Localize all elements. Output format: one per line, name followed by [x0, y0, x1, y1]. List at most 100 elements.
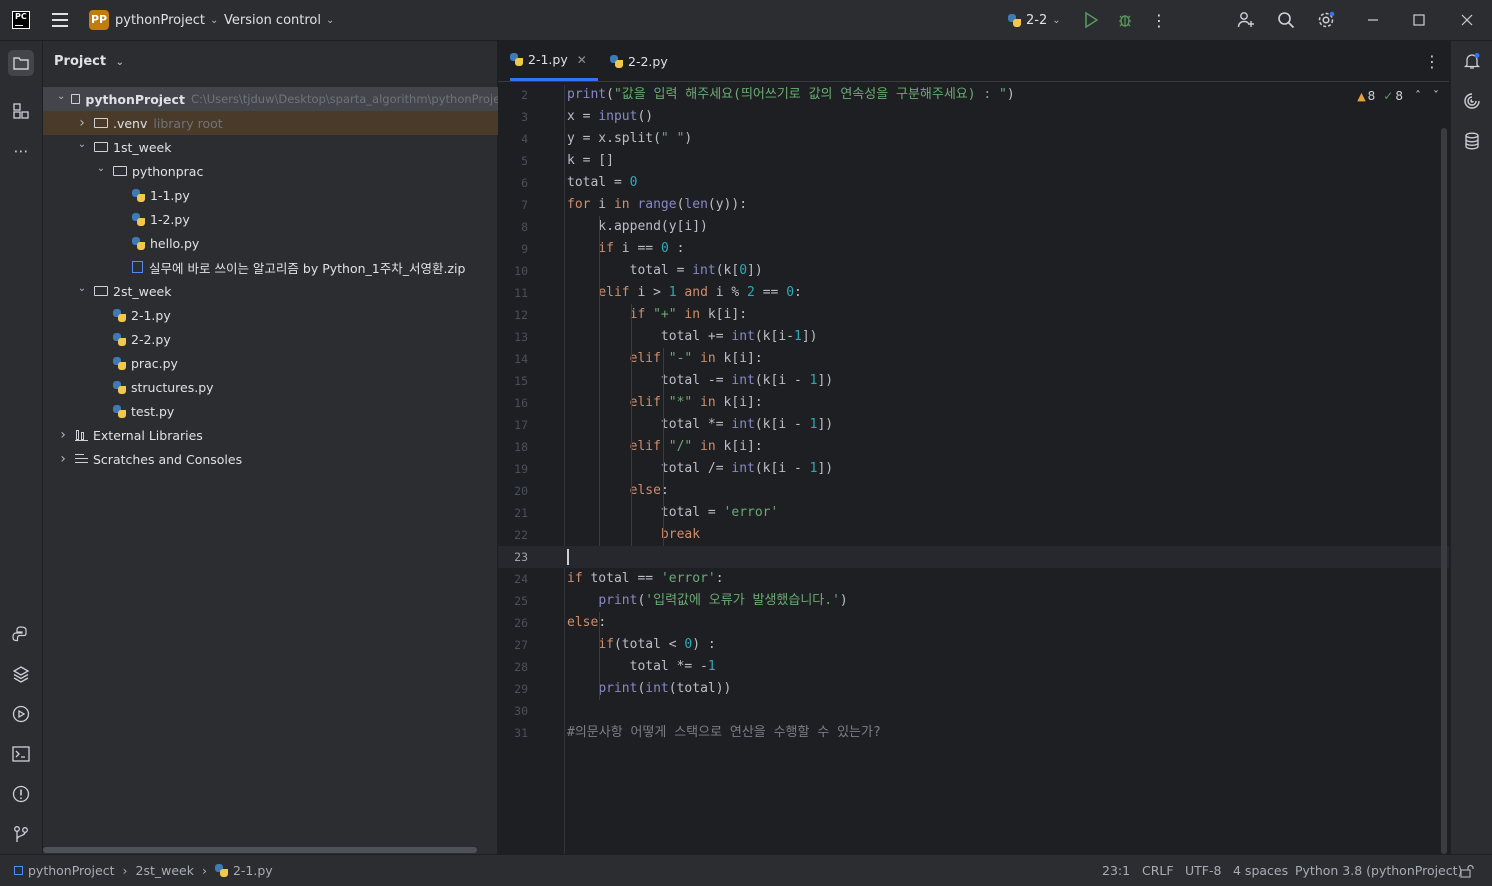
layers-icon[interactable]: [11, 664, 31, 684]
chevron-down-icon[interactable]: ⌄: [76, 139, 88, 150]
chevron-down-icon[interactable]: ⌄: [57, 91, 65, 102]
code-line[interactable]: 24 if total == 'error':: [498, 568, 1449, 590]
run-icon[interactable]: [1081, 10, 1101, 30]
chevron-down-icon[interactable]: ⌄: [76, 283, 88, 294]
tree-item[interactable]: › Scratches and Consoles: [43, 447, 511, 471]
maximize-icon[interactable]: [1409, 10, 1429, 30]
vcs-widget[interactable]: Version control ⌄: [224, 0, 334, 40]
readonly-lock-icon[interactable]: [1460, 855, 1474, 886]
indent-setting[interactable]: 4 spaces: [1233, 855, 1288, 886]
code-line[interactable]: 28 total *= -1: [498, 656, 1449, 678]
horizontal-scrollbar[interactable]: [43, 847, 477, 853]
code-line[interactable]: 15 total -= int(k[i - 1]): [498, 370, 1449, 392]
code-line[interactable]: 14 elif "-" in k[i]:: [498, 348, 1449, 370]
tree-item[interactable]: 실무에 바로 쓰이는 알고리즘 by Python_1주차_서영환.zip: [43, 255, 568, 279]
code-line[interactable]: 25 print('입력값에 오류가 발생했습니다.'): [498, 590, 1449, 612]
tree-item[interactable]: › .venv library root: [43, 111, 530, 135]
caret-position[interactable]: 23:1: [1102, 855, 1130, 886]
more-tools-icon[interactable]: ⋯: [11, 141, 31, 161]
problems-icon[interactable]: [11, 784, 31, 804]
tree-item[interactable]: hello.py: [43, 231, 568, 255]
code-line[interactable]: 2 print("값을 입력 해주세요(띄어쓰기로 값의 연속성을 구분해주세요)…: [498, 84, 1449, 106]
tree-item[interactable]: 2-2.py: [43, 327, 549, 351]
line-separator[interactable]: CRLF: [1142, 855, 1174, 886]
project-tool-folder-icon[interactable]: [8, 50, 34, 76]
tree-item-label: Scratches and Consoles: [93, 451, 243, 467]
code-line[interactable]: 6 total = 0: [498, 172, 1449, 194]
tree-item[interactable]: ⌄ 2st_week: [43, 279, 530, 303]
line-number: 26: [514, 616, 528, 630]
folder-icon: [113, 166, 127, 176]
project-widget[interactable]: PP pythonProject ⌄: [89, 0, 218, 40]
tree-item[interactable]: structures.py: [43, 375, 549, 399]
code-line[interactable]: 27 if(total < 0) :: [498, 634, 1449, 656]
ai-assistant-icon[interactable]: [1462, 91, 1482, 111]
settings-gear-icon[interactable]: [1316, 10, 1336, 30]
tree-item[interactable]: 2-1.py: [43, 303, 549, 327]
code-line[interactable]: 12 if "+" in k[i]:: [498, 304, 1449, 326]
tab-2-2-py[interactable]: 2-2.py: [610, 41, 668, 81]
code-text: elif i > 1 and i % 2 == 0:: [598, 285, 802, 300]
breadcrumb-file[interactable]: 2-1.py: [233, 863, 273, 878]
structure-icon[interactable]: [11, 101, 31, 121]
git-branch-icon[interactable]: [11, 824, 31, 844]
file-encoding[interactable]: UTF-8: [1185, 855, 1221, 886]
tree-item[interactable]: ⌄ pythonprac: [43, 159, 549, 183]
tab-2-1-py[interactable]: 2-1.py ✕: [510, 41, 598, 81]
tree-item[interactable]: › External Libraries: [43, 423, 511, 447]
chevron-right-icon[interactable]: ›: [76, 115, 88, 131]
run-config-selector[interactable]: 2-2 ⌄: [1008, 0, 1061, 40]
debug-icon[interactable]: [1115, 10, 1135, 30]
services-run-icon[interactable]: [11, 704, 31, 724]
code-line[interactable]: 16 elif "*" in k[i]:: [498, 392, 1449, 414]
code-line[interactable]: 10 total = int(k[0]): [498, 260, 1449, 282]
terminal-icon[interactable]: [11, 744, 31, 764]
tree-item[interactable]: ⌄ 1st_week: [43, 135, 530, 159]
code-line[interactable]: 22 break: [498, 524, 1449, 546]
main-menu-icon[interactable]: [52, 13, 68, 27]
search-icon[interactable]: [1276, 10, 1296, 30]
code-line[interactable]: 29 print(int(total)): [498, 678, 1449, 700]
code-line[interactable]: 21 total = 'error': [498, 502, 1449, 524]
python-file-icon: [610, 54, 623, 68]
code-line[interactable]: 3 x = input(): [498, 106, 1449, 128]
chevron-right-icon[interactable]: ›: [57, 427, 69, 443]
project-panel-header[interactable]: Project ⌄: [54, 54, 124, 69]
code-line[interactable]: 30: [498, 700, 1449, 722]
breadcrumb-project[interactable]: pythonProject: [28, 863, 115, 878]
close-window-icon[interactable]: [1457, 10, 1477, 30]
code-line[interactable]: 31 #의문사항 어떻게 스택으로 연산을 수행할 수 있는가?: [498, 722, 1449, 744]
code-line[interactable]: 23: [498, 546, 1449, 568]
add-user-icon[interactable]: [1236, 10, 1256, 30]
more-actions-icon[interactable]: ⋮: [1149, 10, 1169, 30]
python-packages-icon[interactable]: [11, 624, 31, 644]
code-text: else:: [629, 483, 669, 498]
close-tab-icon[interactable]: ✕: [577, 53, 587, 67]
tree-item[interactable]: ⌄ pythonProject C:\Users\tjduw\Desktop\spa…: [43, 87, 511, 111]
code-line[interactable]: 17 total *= int(k[i - 1]): [498, 414, 1449, 436]
tree-item[interactable]: 1-2.py: [43, 207, 568, 231]
code-line[interactable]: 26 else:: [498, 612, 1449, 634]
chevron-down-icon[interactable]: ⌄: [95, 163, 107, 174]
tree-item[interactable]: test.py: [43, 399, 549, 423]
code-line[interactable]: 18 elif "/" in k[i]:: [498, 436, 1449, 458]
tab-options-icon[interactable]: ⋮: [1424, 41, 1440, 81]
code-line[interactable]: 7 for i in range(len(y)):: [498, 194, 1449, 216]
code-line[interactable]: 8 k.append(y[i]): [498, 216, 1449, 238]
code-line[interactable]: 20 else:: [498, 480, 1449, 502]
database-icon[interactable]: [1462, 131, 1482, 151]
tree-item[interactable]: 1-1.py: [43, 183, 568, 207]
breadcrumb-folder[interactable]: 2st_week: [136, 863, 194, 878]
code-line[interactable]: 11 elif i > 1 and i % 2 == 0:: [498, 282, 1449, 304]
vertical-scrollbar[interactable]: [1441, 128, 1447, 854]
code-line[interactable]: 19 total /= int(k[i - 1]): [498, 458, 1449, 480]
code-line[interactable]: 13 total += int(k[i-1]): [498, 326, 1449, 348]
tree-item[interactable]: prac.py: [43, 351, 549, 375]
minimize-icon[interactable]: [1363, 10, 1383, 30]
interpreter-selector[interactable]: Python 3.8 (pythonProject): [1295, 855, 1462, 886]
code-line[interactable]: 9 if i == 0 :: [498, 238, 1449, 260]
code-line[interactable]: 5 k = []: [498, 150, 1449, 172]
chevron-right-icon[interactable]: ›: [57, 451, 69, 467]
notifications-bell-icon[interactable]: [1462, 51, 1482, 71]
code-line[interactable]: 4 y = x.split(" "): [498, 128, 1449, 150]
